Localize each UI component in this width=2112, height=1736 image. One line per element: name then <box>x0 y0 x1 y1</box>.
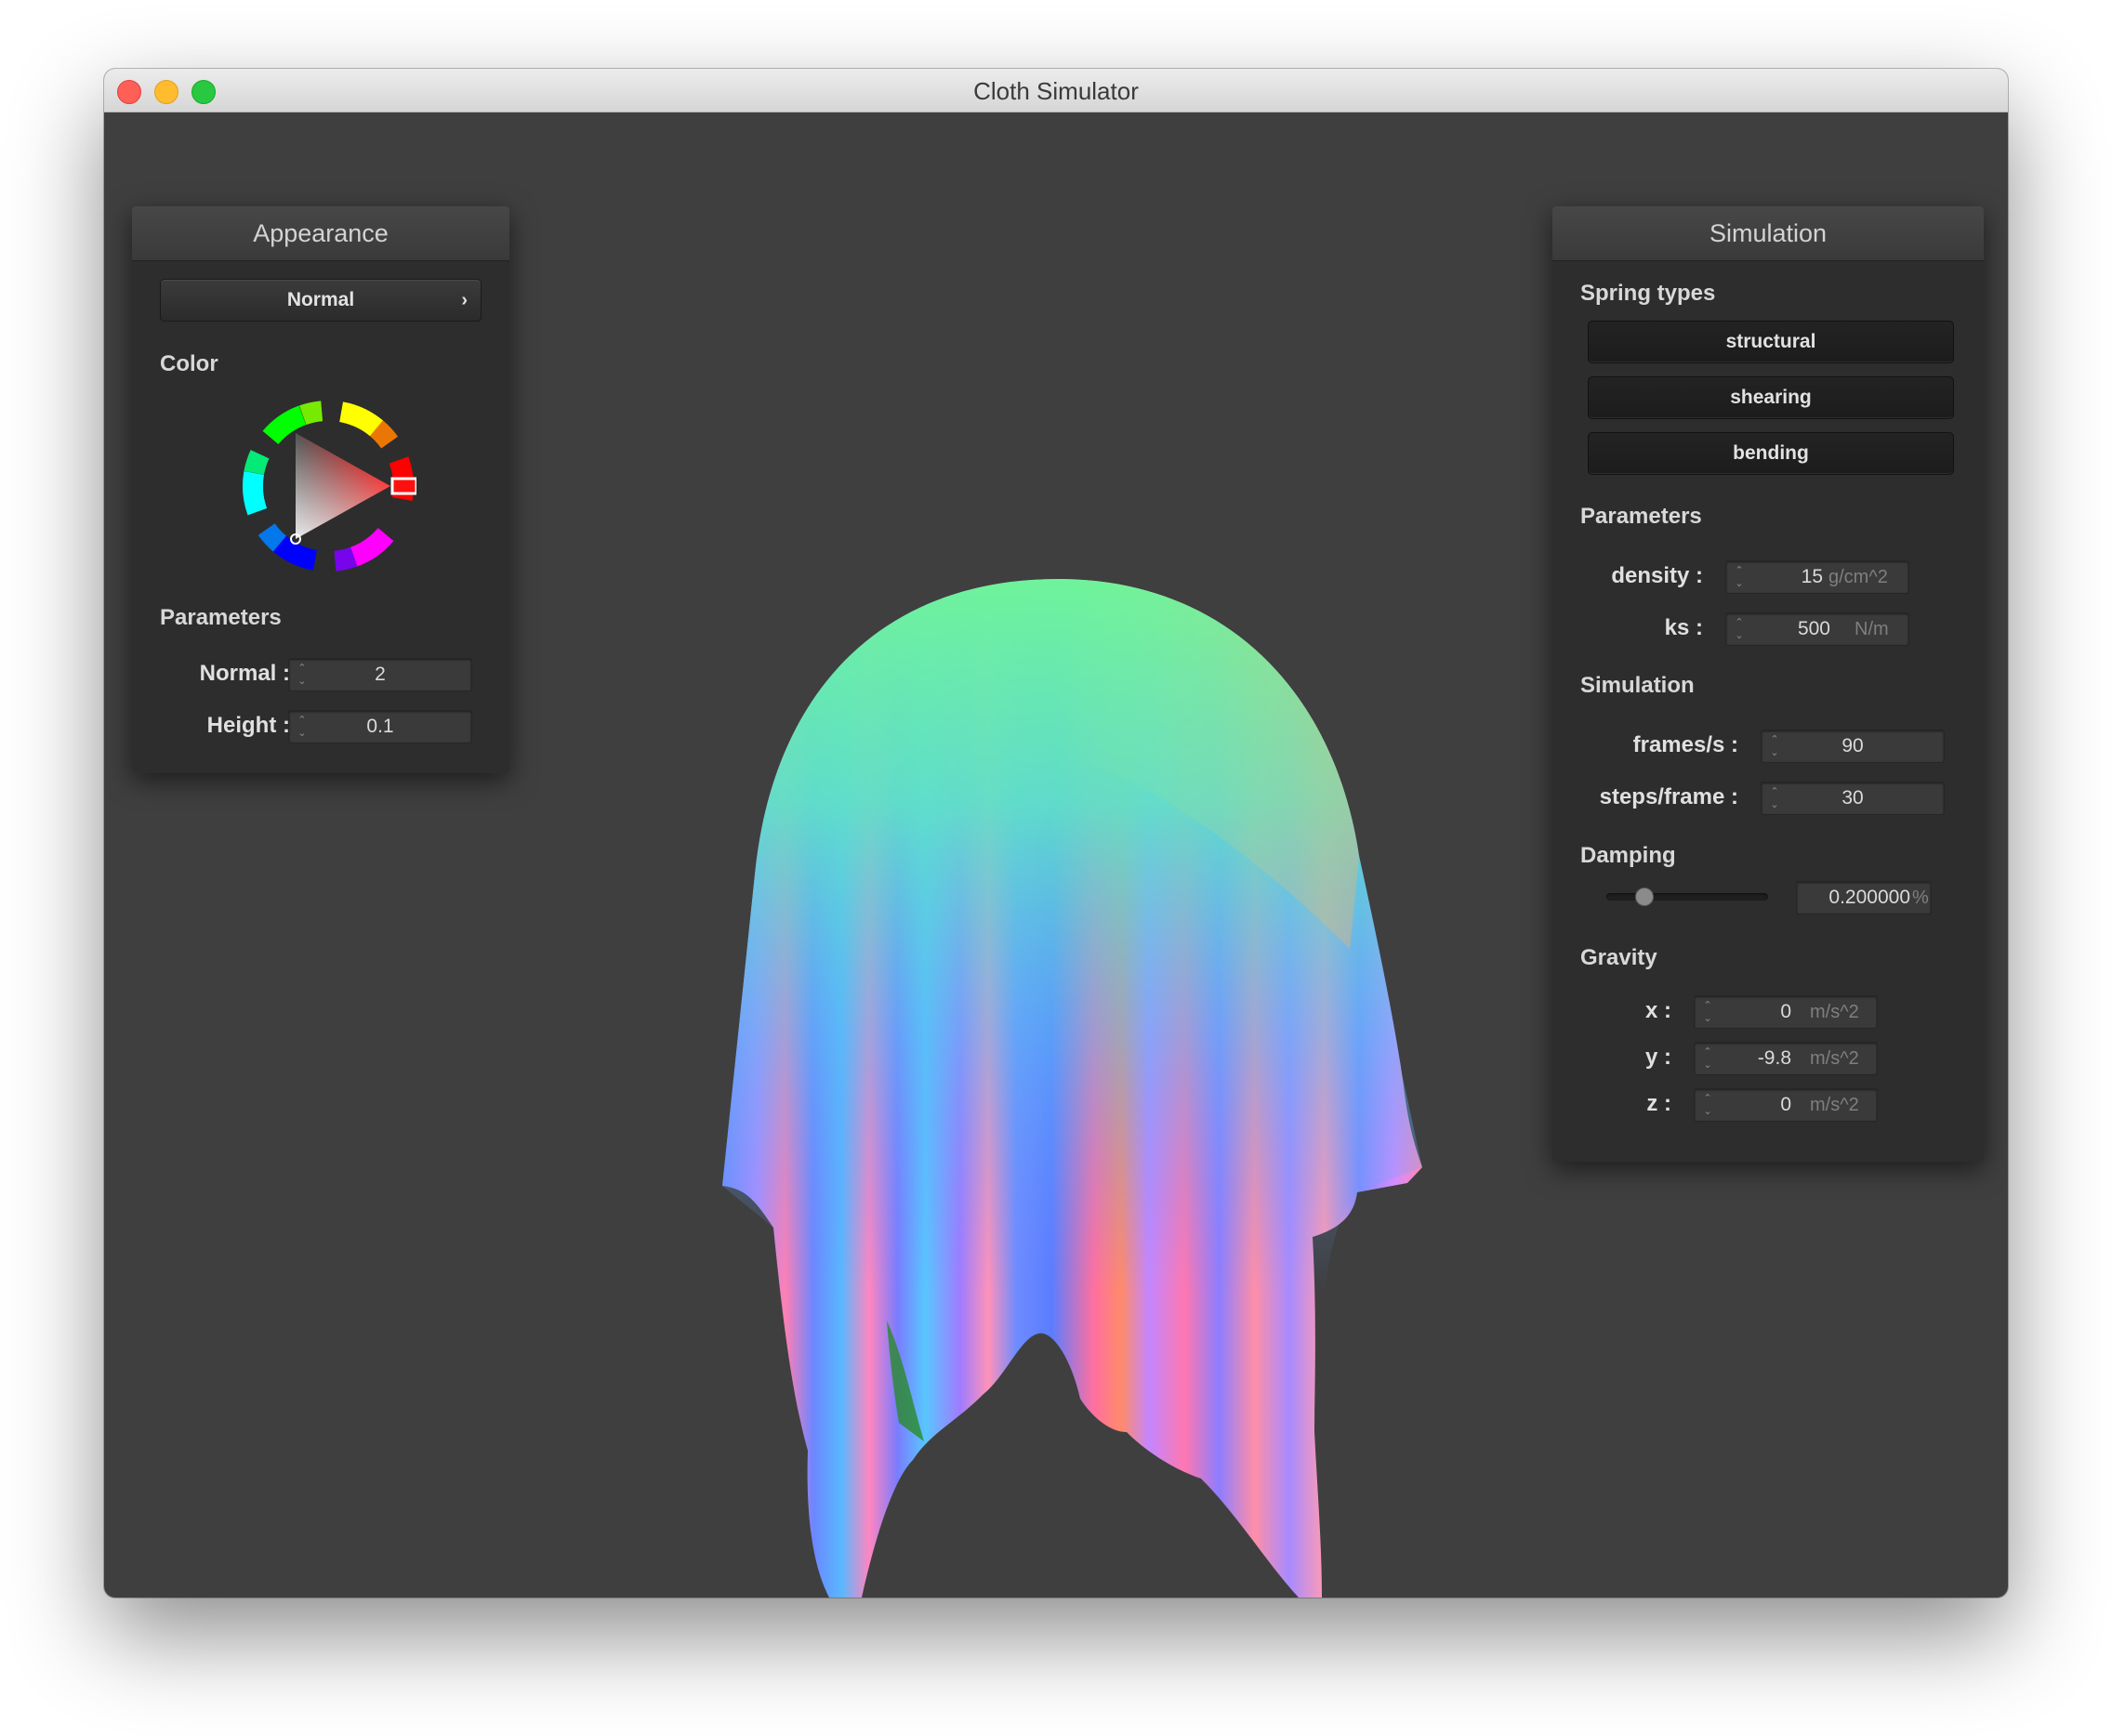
steps-per-frame-input[interactable]: ⌃ ⌄ 30 <box>1761 782 1945 815</box>
ks-input[interactable]: ⌃ ⌄ 500 N/m <box>1725 612 1909 646</box>
window-title: Cloth Simulator <box>973 77 1139 105</box>
structural-toggle[interactable]: structural <box>1588 321 1954 363</box>
gravity-z-input[interactable]: ⌃ ⌄ 0 m/s^2 <box>1694 1088 1878 1122</box>
hue-selector-handle[interactable] <box>390 477 416 495</box>
gravity-heading: Gravity <box>1580 945 1657 970</box>
gravity-x-input[interactable]: ⌃ ⌄ 0 m/s^2 <box>1694 995 1878 1029</box>
damping-slider-knob[interactable] <box>1635 888 1655 906</box>
simulation-parameters-heading: Parameters <box>1580 504 1702 529</box>
appearance-panel-title: Appearance <box>132 206 509 261</box>
height-input[interactable]: ⌃ ⌄ 0.1 <box>288 710 472 743</box>
density-label: density : <box>1611 563 1703 588</box>
simulation-heading: Simulation <box>1580 673 1695 698</box>
height-label: Height : <box>206 713 290 738</box>
shader-select-button[interactable]: Normal › <box>160 279 482 322</box>
appearance-panel: Appearance Normal › Color Parameters Nor… <box>132 206 509 773</box>
gravity-x-label: x : <box>1644 998 1671 1023</box>
normal-label: Normal : <box>199 661 290 686</box>
gravity-z-label: z : <box>1646 1091 1671 1116</box>
color-wheel[interactable] <box>240 398 416 574</box>
normal-input[interactable]: ⌃ ⌄ 2 <box>288 658 472 691</box>
bending-toggle[interactable]: bending <box>1588 432 1954 475</box>
damping-heading: Damping <box>1580 843 1676 868</box>
frames-per-second-label: frames/s : <box>1632 732 1738 757</box>
frames-per-second-input[interactable]: ⌃ ⌄ 90 <box>1761 730 1945 763</box>
density-input[interactable]: ⌃ ⌄ 15 g/cm^2 <box>1725 560 1909 594</box>
shearing-toggle[interactable]: shearing <box>1588 376 1954 419</box>
title-bar: Cloth Simulator <box>104 69 2008 112</box>
damping-slider[interactable] <box>1606 893 1768 901</box>
gravity-y-label: y : <box>1644 1045 1671 1070</box>
damping-input[interactable]: 0.200000 % <box>1796 881 1932 914</box>
color-heading: Color <box>160 351 218 376</box>
app-window: Cloth Simulator Appearance Normal › Colo… <box>104 69 2008 1598</box>
spring-types-heading: Spring types <box>1580 281 1716 306</box>
shader-select-label: Normal <box>286 289 355 310</box>
3d-viewport[interactable]: Appearance Normal › Color Parameters Nor… <box>104 112 2008 1598</box>
steps-per-frame-label: steps/frame : <box>1599 784 1738 809</box>
gravity-y-input[interactable]: ⌃ ⌄ -9.8 m/s^2 <box>1694 1042 1878 1075</box>
simulation-panel-title: Simulation <box>1552 206 1984 261</box>
appearance-parameters-heading: Parameters <box>160 605 282 630</box>
simulation-panel: Simulation Spring types structural shear… <box>1552 206 1984 1162</box>
ks-label: ks : <box>1664 615 1703 640</box>
chevron-right-icon: › <box>461 290 468 310</box>
